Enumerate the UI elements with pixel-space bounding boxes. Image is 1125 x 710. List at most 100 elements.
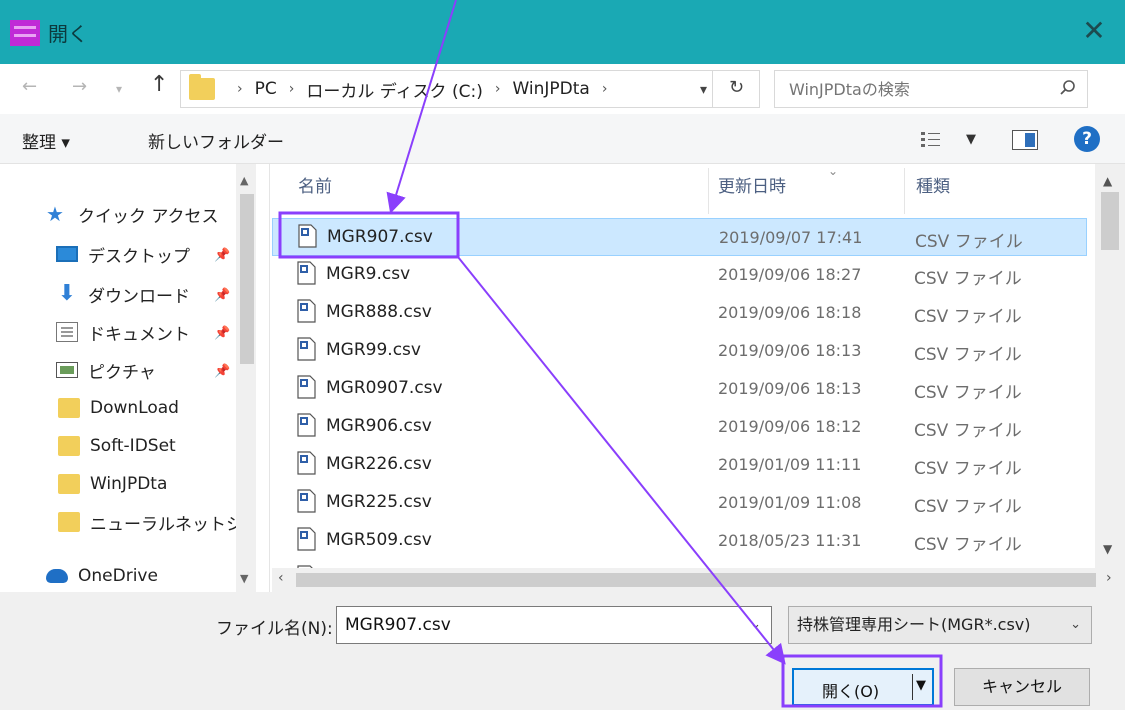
scroll-left-icon[interactable]: ‹ (278, 570, 284, 586)
file-name: MGR99.csv (326, 340, 421, 360)
nav-item-onedrive[interactable]: OneDrive (0, 558, 236, 594)
filename-combobox[interactable]: ⌄ (336, 606, 772, 644)
command-toolbar: 整理 ▾ 新しいフォルダー ▼ ? (0, 114, 1125, 164)
table-row[interactable]: MGR0907.csv 2019/09/06 18:13 CSV ファイル (272, 370, 1087, 408)
nav-pane-scrollbar[interactable]: ▲ ▼ (236, 164, 256, 592)
scroll-up-icon[interactable]: ▲ (1103, 174, 1112, 188)
table-row[interactable]: MGR226.csv 2019/01/09 11:11 CSV ファイル (272, 446, 1087, 484)
file-modified: 2019/09/07 17:41 (719, 228, 863, 247)
file-type: CSV ファイル (914, 497, 1022, 517)
nav-item-label: ダウンロード (88, 286, 190, 307)
pin-icon[interactable]: 📌 (214, 288, 230, 303)
scroll-down-icon[interactable]: ▼ (1103, 542, 1112, 556)
search-input[interactable] (775, 71, 1045, 107)
file-modified: 2019/01/09 11:11 (718, 455, 862, 474)
open-button-label: 開く(O) (822, 682, 880, 701)
nav-item-pictures[interactable]: ピクチャ (0, 352, 236, 388)
nav-item-label: デスクトップ (88, 246, 190, 267)
file-list-horizontal-scrollbar[interactable]: ‹ › (272, 568, 1125, 592)
file-type-filter-select[interactable]: 持株管理専用シート(MGR*.csv) ⌄ (788, 606, 1092, 644)
pin-icon[interactable]: 📌 (214, 248, 230, 263)
new-folder-button[interactable]: 新しいフォルダー (148, 128, 284, 153)
file-name: MGR0907.csv (326, 378, 443, 398)
refresh-icon[interactable]: ↻ (712, 70, 760, 108)
file-type: CSV ファイル (914, 421, 1022, 441)
column-header-modified[interactable]: 更新日時 (718, 164, 786, 214)
table-row[interactable]: MGR888.csv 2019/09/06 18:18 CSV ファイル (272, 294, 1087, 332)
filename-dropdown-chevron-icon[interactable]: ⌄ (750, 617, 761, 632)
table-row[interactable]: MGR906.csv 2019/09/06 18:12 CSV ファイル (272, 408, 1087, 446)
search-box[interactable] (774, 70, 1088, 108)
file-modified: 2019/09/06 18:13 (718, 341, 862, 360)
nav-item-winjpdta[interactable]: WinJPDta (0, 466, 236, 502)
title-bar: 開く ✕ (0, 0, 1125, 64)
breadcrumb-separator-icon[interactable]: › (237, 81, 243, 97)
breadcrumb-winjpdta[interactable]: WinJPDta (512, 79, 589, 99)
dialog-footer: ファイル名(N): ⌄ 持株管理専用シート(MGR*.csv) ⌄ 開く(O) … (0, 592, 1125, 710)
filename-input[interactable] (337, 607, 737, 643)
folder-icon (189, 74, 215, 100)
open-dropdown-arrow-icon[interactable]: ▼ (916, 678, 926, 693)
breadcrumb-local-disk[interactable]: ローカル ディスク (C:) (306, 77, 482, 102)
back-arrow-icon[interactable]: ← (22, 76, 37, 97)
star-icon: ★ (46, 202, 64, 226)
csv-file-icon (297, 337, 316, 361)
csv-file-icon (297, 527, 316, 551)
column-divider[interactable] (708, 168, 709, 214)
breadcrumb-separator-icon[interactable]: › (289, 81, 295, 97)
scrollbar-thumb[interactable] (240, 194, 254, 364)
close-icon[interactable]: ✕ (1077, 14, 1111, 48)
file-type: CSV ファイル (914, 307, 1022, 327)
csv-file-icon (297, 375, 316, 399)
breadcrumb-separator-icon[interactable]: › (602, 81, 608, 97)
file-list-vertical-scrollbar[interactable]: ▲ ▼ (1095, 164, 1125, 568)
table-row[interactable]: MGR99.csv 2019/09/06 18:13 CSV ファイル (272, 332, 1087, 370)
column-divider[interactable] (904, 168, 905, 214)
column-header-type[interactable]: 種類 (916, 164, 950, 214)
breadcrumb-separator-icon[interactable]: › (495, 81, 501, 97)
organize-menu[interactable]: 整理 ▾ (22, 128, 70, 153)
file-modified: 2019/01/09 11:08 (718, 493, 862, 512)
nav-item-downloads[interactable]: ⬇ ダウンロード (0, 276, 236, 312)
pin-icon[interactable]: 📌 (214, 326, 230, 341)
scrollbar-thumb[interactable] (296, 573, 1096, 587)
breadcrumb-pc[interactable]: PC (255, 79, 277, 99)
filter-dropdown-chevron-icon[interactable]: ⌄ (1070, 607, 1081, 643)
help-icon[interactable]: ? (1074, 126, 1100, 152)
file-modified: 2019/09/06 18:12 (718, 417, 862, 436)
table-row[interactable]: MGR509.csv 2018/05/23 11:31 CSV ファイル (272, 522, 1087, 560)
file-modified: 2019/09/06 18:13 (718, 379, 862, 398)
scrollbar-thumb[interactable] (1101, 192, 1119, 250)
up-arrow-icon[interactable]: ↑ (150, 72, 168, 97)
nav-item-soft-idset[interactable]: Soft-IDSet (0, 428, 236, 464)
preview-pane-icon[interactable] (1012, 130, 1038, 150)
nav-item-label: WinJPDta (90, 474, 168, 494)
csv-file-icon (297, 261, 316, 285)
view-options-icon[interactable] (920, 130, 942, 148)
nav-item-neural-net[interactable]: ニューラルネットシス (0, 504, 236, 540)
nav-item-download-folder[interactable]: DownLoad (0, 390, 236, 426)
file-type: CSV ファイル (914, 535, 1022, 555)
nav-item-documents[interactable]: ドキュメント (0, 314, 236, 350)
folder-icon (58, 398, 80, 418)
open-button[interactable]: 開く(O) ▼ (792, 668, 934, 706)
csv-file-icon (298, 224, 317, 248)
address-dropdown-chevron-icon[interactable]: ▾ (700, 82, 707, 98)
table-row[interactable]: MGR907.csv 2019/09/07 17:41 CSV ファイル (272, 218, 1087, 256)
table-row[interactable]: MGR9.csv 2019/09/06 18:27 CSV ファイル (272, 256, 1087, 294)
scroll-down-icon[interactable]: ▼ (240, 572, 248, 585)
pin-icon[interactable]: 📌 (214, 364, 230, 379)
scroll-up-icon[interactable]: ▲ (240, 174, 248, 187)
forward-arrow-icon[interactable]: → (72, 76, 87, 97)
view-dropdown-chevron-icon[interactable]: ▼ (966, 132, 976, 147)
scroll-right-icon[interactable]: › (1106, 570, 1112, 586)
cancel-button[interactable]: キャンセル (954, 668, 1090, 706)
pictures-icon (56, 362, 78, 378)
search-icon[interactable] (1059, 79, 1077, 97)
table-row[interactable]: MGR225.csv 2019/01/09 11:08 CSV ファイル (272, 484, 1087, 522)
column-header-name[interactable]: 名前 (298, 164, 332, 214)
nav-item-quick-access[interactable]: ★ クイック アクセス (0, 196, 236, 232)
nav-item-desktop[interactable]: デスクトップ (0, 236, 236, 272)
breadcrumb[interactable]: › PC › ローカル ディスク (C:) › WinJPDta › (180, 70, 760, 108)
recent-locations-chevron-icon[interactable]: ▾ (116, 82, 122, 96)
